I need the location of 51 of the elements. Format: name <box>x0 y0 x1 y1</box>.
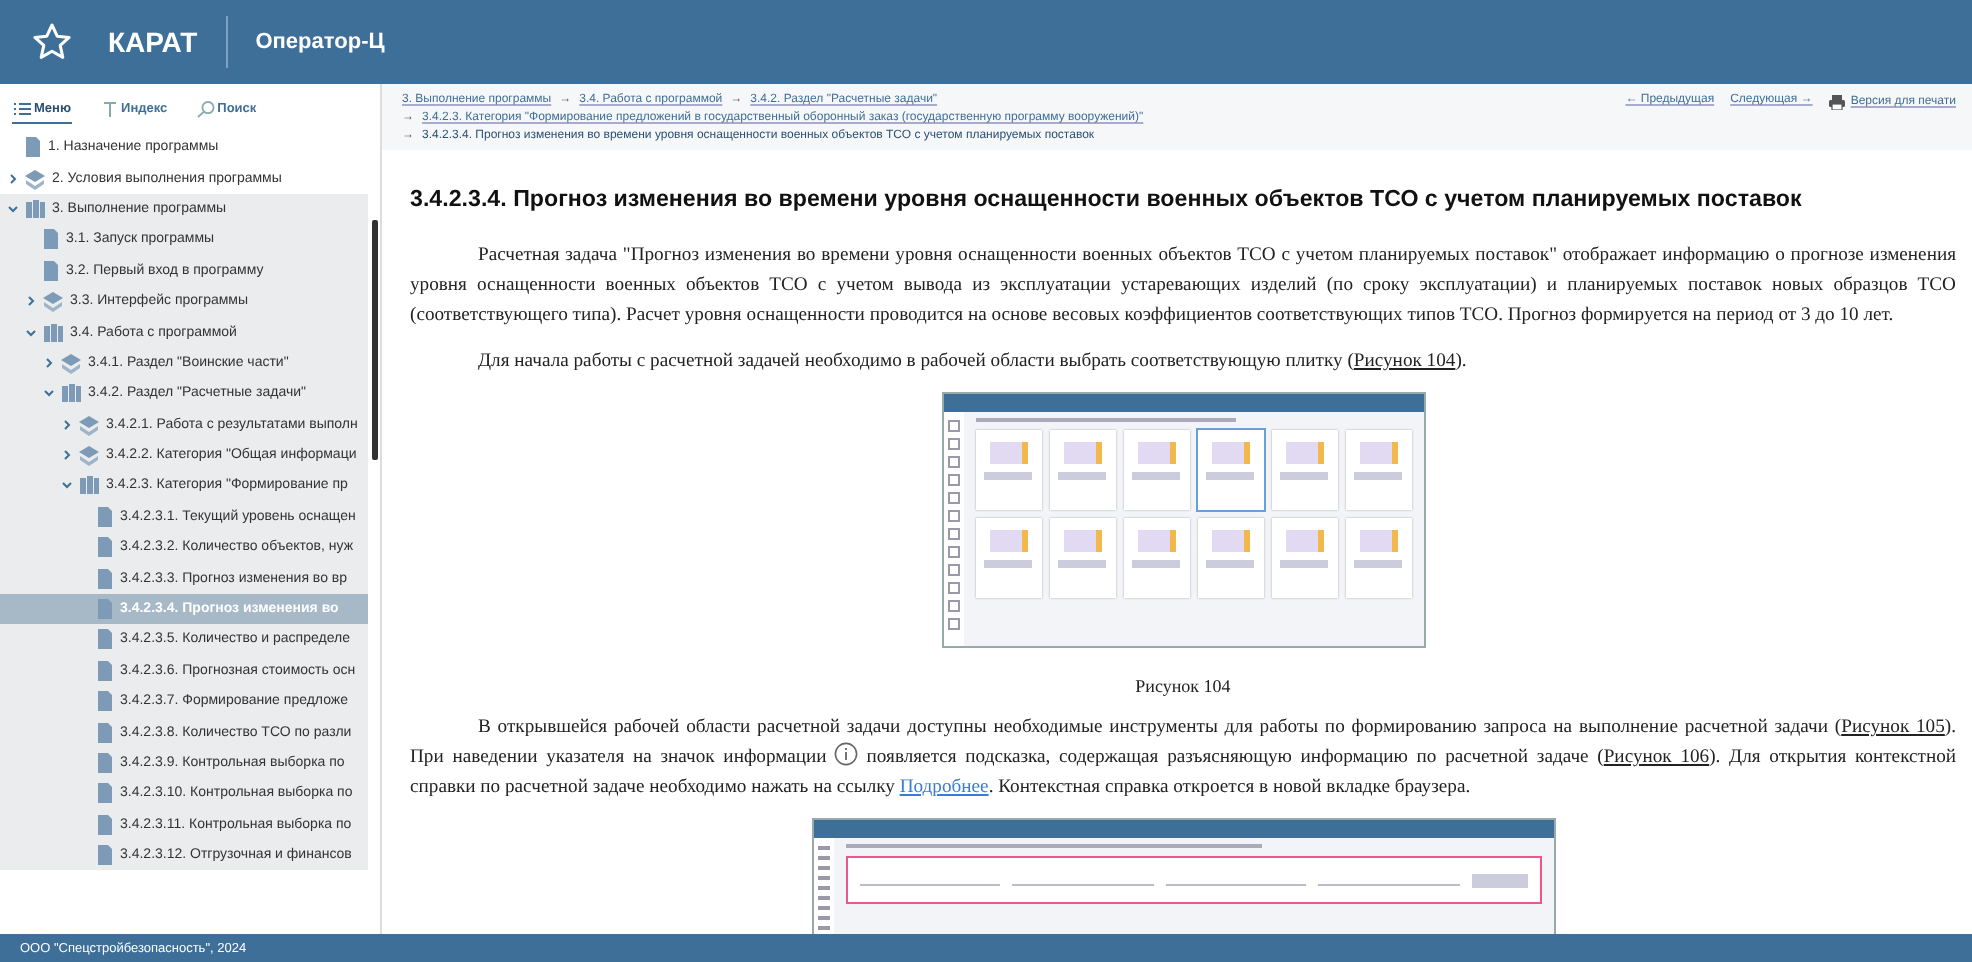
more-link[interactable]: Подробнее <box>899 776 989 798</box>
figure-caption: Рисунок 104 <box>1135 676 1231 696</box>
document-icon <box>42 259 60 282</box>
scrollbar[interactable] <box>372 220 378 460</box>
chevron-down-icon <box>44 388 54 399</box>
books-icon <box>42 321 64 344</box>
app-logo: КАРАТ <box>108 26 198 58</box>
figure-link[interactable]: Рисунок 106 <box>1603 746 1710 768</box>
document-icon <box>96 536 114 559</box>
chevron-down-icon <box>26 327 36 338</box>
document-icon <box>24 136 42 159</box>
chevron-down-icon <box>62 480 72 491</box>
stack-icon <box>42 290 64 313</box>
search-icon <box>195 100 216 118</box>
document-icon <box>96 782 114 805</box>
printer-icon <box>1828 94 1847 110</box>
chevron-right-icon <box>8 173 18 184</box>
paragraph: Расчетная задача "Прогноз изменения во времени уровня оснащенности военных объектов ТСО с учетом планируемых поставок" отображает информацию о прогнозе изменения уровня оснащенности военных объектов ТСО с учетом вывода из эксплуатации устаревающих изделий (по сроку эксплуатации) и планируемых поставок новых образцов ТСО (соответствующего типа). Расчет уровня оснащенности проводится на основе весовых коэффициентов соответствующих типов ТСО. Прогноз формируется на период от 3 до 10 лет. <box>410 242 1956 330</box>
paragraph: Для начала работы с расчетной задачей необходимо в рабочей области выбрать соответствующую плитку (Рисунок 104). <box>476 348 1469 376</box>
books-icon <box>24 197 46 220</box>
document-icon <box>96 844 114 867</box>
paragraph: В открывшейся рабочей области расчетной задачи доступны необходимые инструменты для работы по формированию запроса на выполнение расчетной задачи (Рисунок 105). При наведении указателя на значок информации появляется подсказка, содержащая разъясняющую информацию по расчетной задаче (Рисунок 106). Для открытия контекстной справки по расчетной задаче необходимо нажать на ссылку Подробнее. Контекстная справка откроется в новой вкладке браузера. <box>410 714 1956 802</box>
stack-icon <box>60 351 82 374</box>
star-icon <box>32 22 72 62</box>
chevron-right-icon <box>26 296 36 307</box>
figure-link[interactable]: Рисунок 105 <box>1841 716 1945 738</box>
chevron-right-icon <box>44 357 54 368</box>
document-icon <box>96 628 114 651</box>
list-icon <box>12 100 32 118</box>
pin-icon <box>99 100 120 118</box>
stack-icon <box>24 167 46 190</box>
document-icon <box>96 721 114 744</box>
chevron-right-icon <box>62 450 72 461</box>
document-icon <box>96 659 114 682</box>
document-icon <box>42 228 60 251</box>
document-icon <box>96 598 114 621</box>
document-icon <box>96 690 114 713</box>
chevron-right-icon <box>62 419 72 430</box>
books-icon <box>78 474 100 497</box>
stack-icon <box>78 444 100 467</box>
document-icon <box>96 567 114 590</box>
page-heading: 3.4.2.3.4. Прогноз изменения во времени уровня оснащенности военных объектов ТСО с учетом планируемых поставок <box>410 186 1804 212</box>
info-icon <box>834 742 859 766</box>
figure-link[interactable]: Рисунок 104 <box>1353 350 1456 372</box>
books-icon <box>60 382 82 405</box>
document-icon <box>96 813 114 836</box>
stack-icon <box>78 413 100 436</box>
product-name: Оператор-Ц <box>255 30 385 54</box>
document-icon <box>96 505 114 528</box>
document-icon <box>96 752 114 774</box>
chevron-down-icon <box>8 203 18 214</box>
